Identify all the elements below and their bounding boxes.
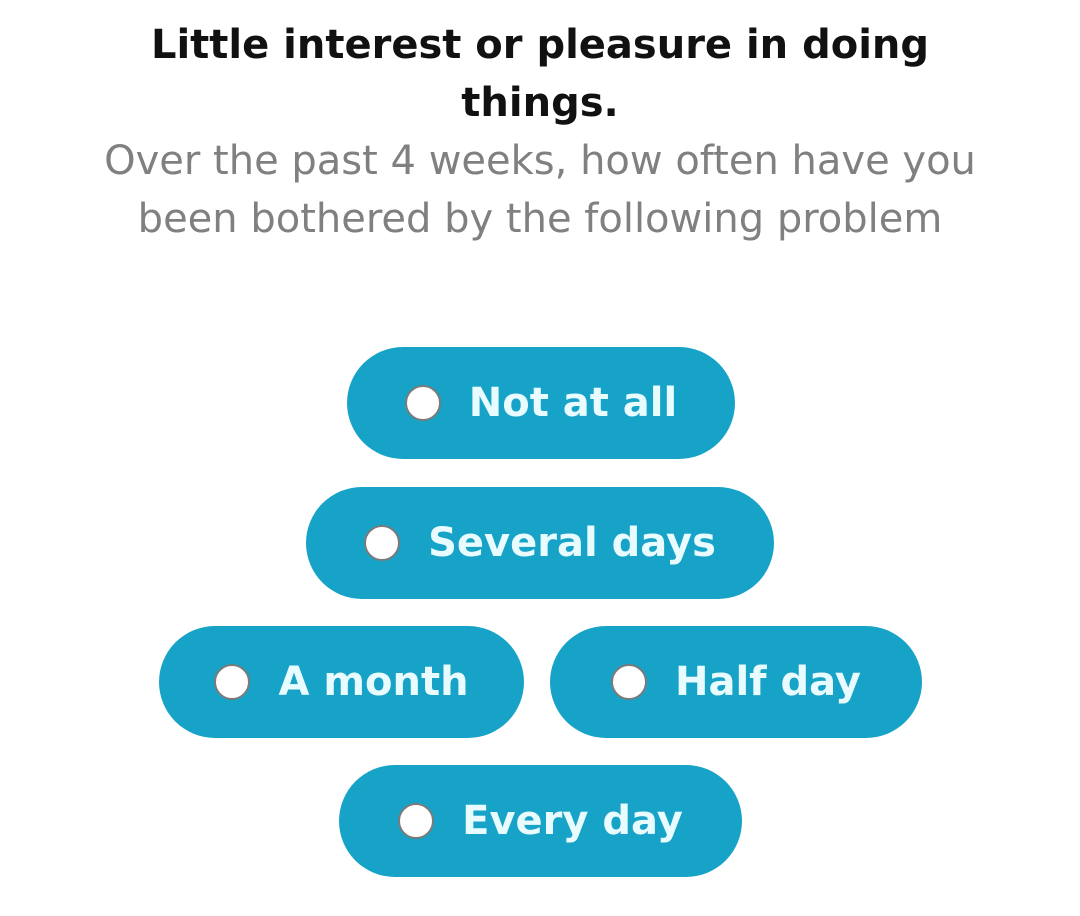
option-label: Half day bbox=[675, 659, 861, 705]
question-block: Little interest or pleasure in doing thi… bbox=[0, 16, 1080, 248]
radio-icon[interactable] bbox=[611, 664, 647, 700]
option-label: Several days bbox=[428, 520, 716, 566]
radio-icon[interactable] bbox=[214, 664, 251, 700]
question-title: Little interest or pleasure in doing thi… bbox=[150, 22, 930, 126]
option-label: Not at all bbox=[468, 380, 678, 426]
radio-icon[interactable] bbox=[398, 803, 435, 839]
option-label: A month bbox=[278, 659, 469, 705]
option-label: Every day bbox=[462, 798, 683, 844]
option-half-day[interactable]: Half day bbox=[550, 626, 922, 738]
question-subtitle: Over the past 4 weeks, how often have yo… bbox=[104, 138, 976, 242]
radio-icon[interactable] bbox=[404, 385, 441, 421]
option-every-day[interactable]: Every day bbox=[339, 765, 742, 877]
option-not-at-all[interactable]: Not at all bbox=[347, 347, 735, 459]
radio-icon[interactable] bbox=[364, 525, 401, 561]
option-several-days[interactable]: Several days bbox=[306, 487, 774, 599]
option-a-month[interactable]: A month bbox=[159, 626, 524, 738]
